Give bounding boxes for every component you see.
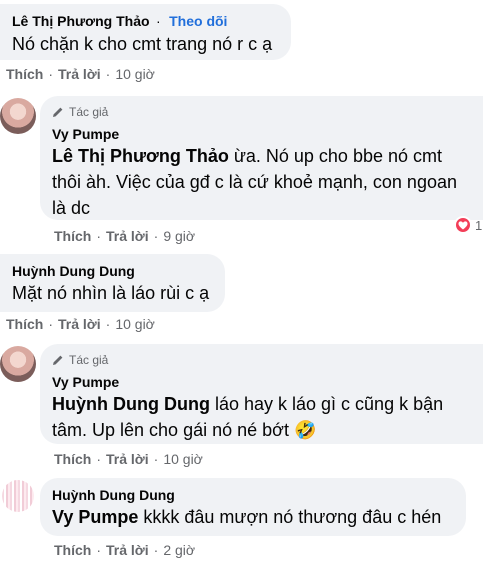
comment-actions: Thích · Trả lời · 2 giờ [54,542,196,558]
comment-bubble: Tác giả Vy Pumpe Huỳnh Dung Dung láo hay… [40,344,483,444]
like-button[interactable]: Thích [54,542,91,558]
author-badge-label: Tác giả [69,353,109,367]
separator-dot: · [155,13,161,29]
comment-text: Nó chặn k cho cmt trang nó r c ạ [12,34,273,54]
comment-actions: Thích · Trả lời · 9 giờ [54,228,196,244]
mention-tag[interactable]: Lê Thị Phương Thảo [52,146,229,166]
reply-button[interactable]: Trả lời [106,451,149,467]
like-button[interactable]: Thích [54,451,91,467]
timestamp[interactable]: 10 giờ [115,316,155,332]
commenter-name[interactable]: Lê Thị Phương Thảo [12,13,150,29]
timestamp[interactable]: 2 giờ [163,542,195,558]
follow-link[interactable]: Theo dõi [169,13,227,29]
reply-button[interactable]: Trả lời [58,316,101,332]
author-badge-label: Tác giả [69,105,109,119]
mention-tag[interactable]: Huỳnh Dung Dung [52,394,210,414]
mention-tag[interactable]: Vy Pumpe [52,507,138,527]
comment-actions: Thích · Trả lời · 10 giờ [54,451,203,467]
comment-actions: Thích · Trả lời · 10 giờ [6,316,155,332]
heart-reaction-icon [454,216,472,234]
timestamp[interactable]: 10 giờ [163,451,203,467]
commenter-name[interactable]: Huỳnh Dung Dung [52,486,454,504]
avatar[interactable] [0,346,36,382]
comment-text: Mặt nó nhìn là láo rùi c ạ [12,283,210,303]
avatar[interactable] [0,98,36,134]
commenter-name[interactable]: Vy Pumpe [52,373,471,391]
comment-text: kkkk đâu mượn nó thương đâu c hén [138,507,442,527]
avatar[interactable] [2,480,34,512]
commenter-name[interactable]: Vy Pumpe [52,125,471,143]
timestamp[interactable]: 9 giờ [163,228,195,244]
commenter-name[interactable]: Huỳnh Dung Dung [12,262,213,280]
pencil-icon [53,107,63,117]
comment-bubble: Huỳnh Dung Dung Mặt nó nhìn là láo rùi c… [0,254,225,312]
author-badge: Tác giả [52,104,471,120]
reply-button[interactable]: Trả lời [106,542,149,558]
reaction-count: 1 [475,217,483,233]
like-button[interactable]: Thích [6,66,43,82]
like-button[interactable]: Thích [54,228,91,244]
reply-button[interactable]: Trả lời [106,228,149,244]
reply-button[interactable]: Trả lời [58,66,101,82]
comment-bubble: Huỳnh Dung Dung Vy Pumpe kkkk đâu mượn n… [40,478,466,536]
author-badge: Tác giả [52,352,471,368]
reaction-summary[interactable]: 1 [454,216,482,234]
pencil-icon [53,355,63,365]
comment-actions: Thích · Trả lời · 10 giờ [6,66,155,82]
comment-bubble: Tác giả Vy Pumpe Lê Thị Phương Thảo ừa. … [40,96,483,220]
timestamp[interactable]: 10 giờ [115,66,155,82]
like-button[interactable]: Thích [6,316,43,332]
comment-bubble: Lê Thị Phương Thảo · Theo dõi Nó chặn k … [0,4,291,60]
